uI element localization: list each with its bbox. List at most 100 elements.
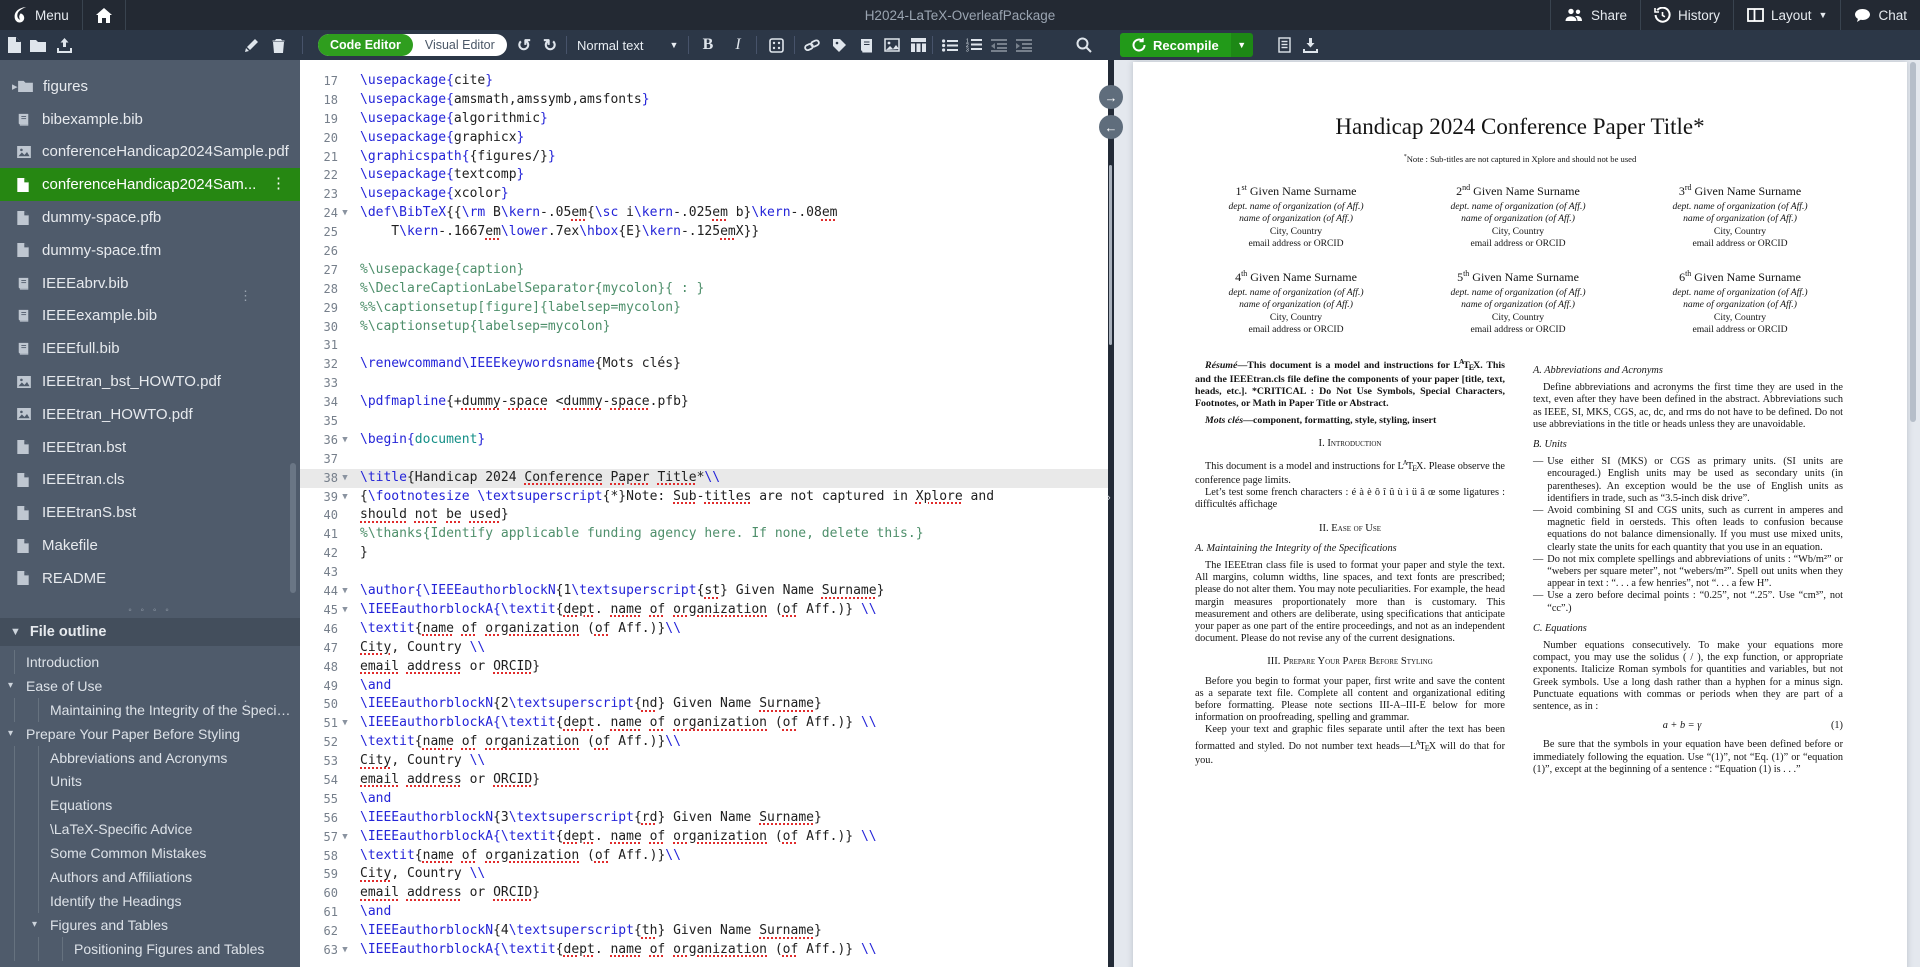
code-line[interactable]: 33 <box>300 374 1110 393</box>
share-button[interactable]: Share <box>1549 0 1640 30</box>
code-line[interactable]: 31 <box>300 336 1110 355</box>
history-button[interactable]: History <box>1639 0 1733 30</box>
bullet-list-button[interactable] <box>938 30 962 60</box>
cite-book-button[interactable] <box>854 30 878 60</box>
code-line[interactable]: 29 %%\captionsetup[figure]{labelsep=mycol… <box>300 299 1110 318</box>
code-line[interactable]: 35 <box>300 412 1110 431</box>
code-line[interactable]: 32 \renewcommand\IEEEkeywordsname{Mots cl… <box>300 355 1110 374</box>
outline-item[interactable]: Units <box>0 769 300 794</box>
file-tree-item[interactable]: IEEEexample.bib <box>0 300 300 333</box>
code-line[interactable]: 48 email address or ORCID} <box>300 658 1110 677</box>
outline-item[interactable]: ▾ Figures and Tables <box>0 912 300 937</box>
fold-caret-icon[interactable]: ▼ <box>338 714 352 733</box>
code-editor-pane[interactable]: 17 \usepackage{cite} 18 \usepackage{amsmath… <box>300 60 1110 967</box>
code-line[interactable]: 60 email address or ORCID} <box>300 884 1110 903</box>
code-line[interactable]: 40 should not be used} <box>300 506 1110 525</box>
new-file-button[interactable] <box>2 30 26 60</box>
code-line[interactable]: 50 \IEEEauthorblockN{2\textsuperscript{nd… <box>300 695 1110 714</box>
outline-item[interactable]: ▾ Ease of Use <box>0 674 300 698</box>
code-line[interactable]: 46 \textit{name of organization (of Aff.)… <box>300 620 1110 639</box>
file-tree-item[interactable]: Makefile <box>0 529 300 562</box>
code-line[interactable]: 19 \usepackage{algorithmic} <box>300 110 1110 129</box>
code-line[interactable]: 62 \IEEEauthorblockN{4\textsuperscript{th… <box>300 922 1110 941</box>
panel-resize-grip[interactable]: ⋮ <box>239 289 252 302</box>
code-line[interactable]: 21 \graphicspath{{figures/}} <box>300 148 1110 167</box>
code-line[interactable]: 57 ▼ \IEEEauthorblockA{\textit{dept. name … <box>300 828 1110 847</box>
code-line[interactable]: 27 %\usepackage{caption} <box>300 261 1110 280</box>
code-line[interactable]: 34 \pdfmapline{+dummy-space <dummy-space.… <box>300 393 1110 412</box>
code-line[interactable]: 49 \and <box>300 677 1110 696</box>
fold-caret-icon[interactable]: ▼ <box>338 204 352 223</box>
rename-pencil-button[interactable] <box>240 30 264 60</box>
file-tree-item[interactable]: dummy-space.pfb <box>0 201 300 234</box>
file-tree-item[interactable]: IEEEtran.bst <box>0 431 300 464</box>
file-menu-kebab-icon[interactable]: ⋮ <box>271 174 286 192</box>
layout-button[interactable]: Layout ▼ <box>1733 0 1840 30</box>
outline-item[interactable]: ▾ Prepare Your Paper Before Styling <box>0 722 300 746</box>
outline-item[interactable]: Abbreviations and Acronyms <box>0 745 300 770</box>
code-line[interactable]: 56 \IEEEauthorblockN{3\textsuperscript{rd… <box>300 809 1110 828</box>
visual-editor-tab[interactable]: Visual Editor <box>413 38 507 52</box>
chat-button[interactable]: Chat <box>1840 0 1920 30</box>
jump-to-code-button[interactable]: ← <box>1099 115 1123 139</box>
upload-button[interactable] <box>52 30 76 60</box>
file-tree-item[interactable]: IEEEtran_HOWTO.pdf <box>0 398 300 431</box>
file-outline-header[interactable]: ▼ File outline <box>0 618 300 646</box>
code-line[interactable]: 28 %\DeclareCaptionLabelSeparator{mycolon… <box>300 280 1110 299</box>
bold-button[interactable]: B <box>696 30 720 60</box>
undo-button[interactable]: ↺ <box>512 30 536 60</box>
pdf-logs-button[interactable] <box>1272 30 1296 60</box>
code-line[interactable]: 59 City, Country \\ <box>300 865 1110 884</box>
code-line[interactable]: 52 \textit{name of organization (of Aff.)… <box>300 733 1110 752</box>
fold-caret-icon[interactable]: ▼ <box>338 469 352 488</box>
insert-link-button[interactable] <box>800 30 824 60</box>
pdf-scrollbar[interactable] <box>1910 62 1916 422</box>
outline-item[interactable]: Introduction <box>0 650 300 674</box>
editor-scrollbar[interactable] <box>1109 165 1112 345</box>
outline-item[interactable]: Identify the Headings <box>0 888 300 913</box>
new-folder-button[interactable] <box>26 30 50 60</box>
insert-figure-button[interactable] <box>880 30 904 60</box>
pdf-download-button[interactable] <box>1298 30 1322 60</box>
code-line[interactable]: 43 <box>300 563 1110 582</box>
code-line[interactable]: 53 City, Country \\ <box>300 752 1110 771</box>
code-line[interactable]: 63 ▼ \IEEEauthorblockA{\textit{dept. name … <box>300 941 1110 960</box>
italic-button[interactable]: I <box>726 30 750 60</box>
outline-item[interactable]: Some Common Mistakes <box>0 841 300 866</box>
fold-caret-icon[interactable]: ▼ <box>338 941 352 960</box>
code-line[interactable]: 25 T\kern-.1667em\lower.7ex\hbox{E}\kern… <box>300 223 1110 242</box>
pane-divider[interactable]: → ← › <box>1099 60 1123 967</box>
outline-item[interactable]: Equations <box>0 793 300 818</box>
code-line[interactable]: 36 ▼ \begin{document} <box>300 431 1110 450</box>
fold-caret-icon[interactable]: ▼ <box>338 488 352 507</box>
recompile-options-caret[interactable]: ▼ <box>1230 33 1253 57</box>
fold-caret-icon[interactable]: ▼ <box>338 601 352 620</box>
code-line[interactable]: 22 \usepackage{textcomp} <box>300 166 1110 185</box>
recompile-button[interactable]: Recompile <box>1120 33 1231 57</box>
fold-caret-icon[interactable]: ▼ <box>338 828 352 847</box>
file-tree-item[interactable]: IEEEfull.bib <box>0 332 300 365</box>
code-line[interactable]: 26 <box>300 242 1110 261</box>
code-line[interactable]: 42} <box>300 544 1110 563</box>
decrease-indent-button[interactable] <box>987 30 1011 60</box>
menu-button[interactable]: Menu <box>0 0 83 30</box>
outline-item[interactable]: Positioning Figures and Tables <box>0 936 300 961</box>
code-line[interactable]: 30 %\captionsetup{labelsep=mycolon} <box>300 318 1110 337</box>
file-tree-item[interactable]: IEEEtranS.bst <box>0 496 300 529</box>
code-line[interactable]: 44 ▼ \author{\IEEEauthorblockN{1\textsuper… <box>300 582 1110 601</box>
delete-trash-button[interactable] <box>266 30 290 60</box>
file-tree-item[interactable]: dummy-space.tfm <box>0 234 300 267</box>
insert-table-button[interactable] <box>906 30 930 60</box>
numbered-list-button[interactable]: 123 <box>962 30 986 60</box>
file-tree-item[interactable]: bibexample.bib <box>0 103 300 136</box>
code-line[interactable]: 45 ▼ \IEEEauthorblockA{\textit{dept. name … <box>300 601 1110 620</box>
math-button[interactable] <box>764 30 788 60</box>
code-line[interactable]: 54 email address or ORCID} <box>300 771 1110 790</box>
file-tree-item[interactable]: conferenceHandicap2024Sample.pdf <box>0 136 300 169</box>
paragraph-style-dropdown[interactable]: Normal text ▼ <box>577 30 678 60</box>
code-line[interactable]: 24 ▼ \def\BibTeX{{\rm B\kern-.05em{\sc i\k… <box>300 204 1110 223</box>
file-tree-scrollbar[interactable] <box>290 463 296 593</box>
increase-indent-button[interactable] <box>1012 30 1036 60</box>
code-line[interactable]: 51 ▼ \IEEEauthorblockA{\textit{dept. name … <box>300 714 1110 733</box>
code-line[interactable]: 37 <box>300 450 1110 469</box>
